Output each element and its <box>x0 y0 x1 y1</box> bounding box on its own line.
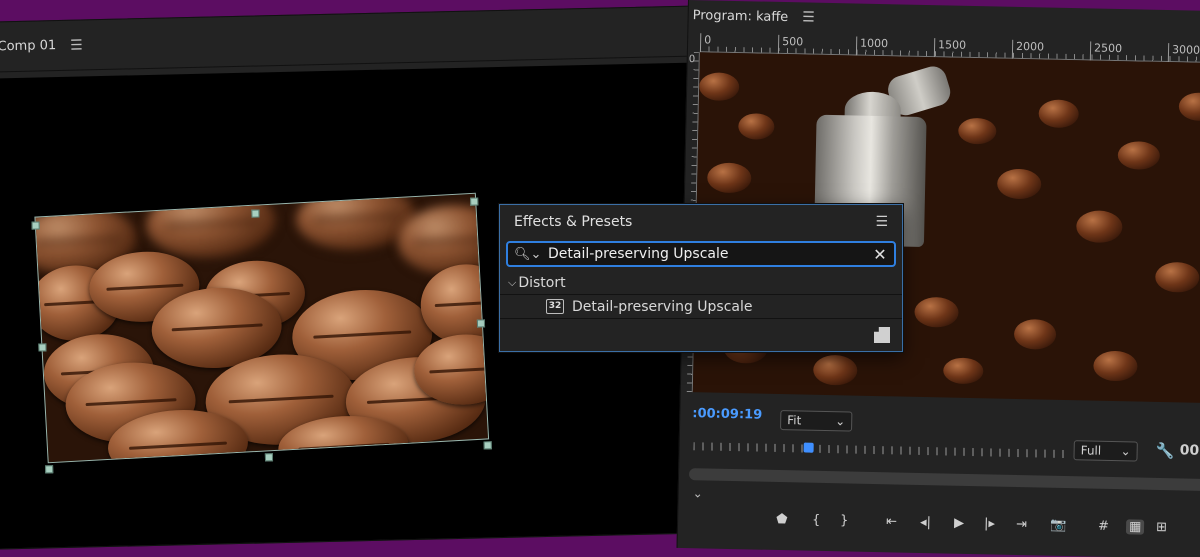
add-marker-icon[interactable]: ⬟ <box>776 512 788 527</box>
mark-out-icon[interactable]: } <box>840 513 849 528</box>
button-editor-icon[interactable]: ⊞ <box>1156 520 1167 535</box>
playback-resolution-value: Full <box>1080 443 1102 458</box>
wrench-icon[interactable]: 🔧 <box>1155 442 1174 460</box>
mark-in-icon[interactable]: { <box>812 513 821 528</box>
time-ruler[interactable] <box>693 442 1064 458</box>
hamburger-menu-icon[interactable]: ☰ <box>802 9 815 25</box>
transform-handle-top-right[interactable] <box>470 197 479 206</box>
playhead-marker[interactable] <box>803 442 814 453</box>
transform-handle-middle-left[interactable] <box>38 343 47 352</box>
ruler-label: 0 <box>688 54 696 66</box>
comparison-view-icon[interactable]: ▦ <box>1125 519 1145 535</box>
chevron-down-icon[interactable]: ⌵ <box>508 276 516 290</box>
transform-handle-middle-right[interactable] <box>476 319 486 328</box>
zoom-level-select[interactable]: Fit ⌄ <box>780 410 853 432</box>
ruler-label: 3000 <box>1167 43 1200 63</box>
ruler-label: 0 <box>699 33 712 53</box>
effects-panel-title[interactable]: Effects & Presets <box>514 214 632 230</box>
ruler-label: 1500 <box>933 38 967 58</box>
effects-folder-label: Distort <box>518 274 566 291</box>
effect-item-label: Detail-preserving Upscale <box>572 298 753 315</box>
program-monitor-title[interactable]: Program: kaffe <box>693 8 789 25</box>
effects-presets-panel: Effects & Presets ☰ 🔍︎⌄ ✕ ⌵ Distort 32 D… <box>499 204 903 352</box>
duration-timecode[interactable]: 00 <box>1180 442 1200 458</box>
ruler-label: 1000 <box>855 36 889 57</box>
effects-panel-header: Effects & Presets ☰ <box>500 205 902 239</box>
chevron-down-icon[interactable]: ⌄ <box>693 486 703 500</box>
ruler-label: 2500 <box>1089 41 1123 62</box>
zoom-level-value: Fit <box>787 413 802 428</box>
play-icon[interactable]: ▶ <box>954 516 964 531</box>
playhead-timecode[interactable]: :00:09:19 <box>692 406 762 422</box>
effects-search-input[interactable] <box>548 246 872 262</box>
ruler-label: 2000 <box>1011 39 1045 60</box>
close-icon[interactable]: ✕ <box>872 245 888 264</box>
chevron-down-icon: ⌄ <box>835 414 846 429</box>
effects-folder-distort[interactable]: ⌵ Distort <box>500 271 902 295</box>
effect-item-detail-preserving-upscale[interactable]: 32 Detail-preserving Upscale <box>500 295 902 319</box>
go-to-in-icon[interactable]: ⇤ <box>886 514 897 529</box>
ruler-label: 500 <box>777 34 804 55</box>
playback-resolution-select[interactable]: Full ⌄ <box>1073 440 1138 462</box>
chevron-down-icon: ⌄ <box>1120 444 1131 459</box>
composition-tab-title[interactable]: Comp 01 <box>0 38 56 54</box>
search-icon[interactable]: 🔍︎⌄ <box>514 247 548 262</box>
transform-handle-top-left[interactable] <box>31 221 40 230</box>
coffee-beans-layer[interactable] <box>34 192 490 464</box>
hamburger-menu-icon[interactable]: ☰ <box>70 37 83 53</box>
new-custom-bin-icon[interactable] <box>874 327 890 343</box>
export-frame-icon[interactable]: 📷 <box>1050 518 1066 533</box>
transform-handle-bottom-middle[interactable] <box>264 453 274 462</box>
step-back-icon[interactable]: ◂| <box>920 515 931 530</box>
effects-search-box[interactable]: 🔍︎⌄ ✕ <box>506 241 896 267</box>
zoom-scrollbar[interactable] <box>688 468 1200 492</box>
step-forward-icon[interactable]: |▸ <box>984 516 995 531</box>
safe-margins-icon[interactable]: # <box>1098 519 1109 534</box>
hamburger-menu-icon[interactable]: ☰ <box>875 214 888 230</box>
go-to-out-icon[interactable]: ⇥ <box>1016 517 1027 532</box>
32-bit-effect-icon: 32 <box>546 299 564 314</box>
transform-handle-bottom-left[interactable] <box>45 465 54 474</box>
composition-panel-header: Comp 01 ☰ <box>0 6 715 73</box>
transform-handle-bottom-right[interactable] <box>483 441 492 450</box>
transform-handle-top-middle[interactable] <box>251 209 260 218</box>
